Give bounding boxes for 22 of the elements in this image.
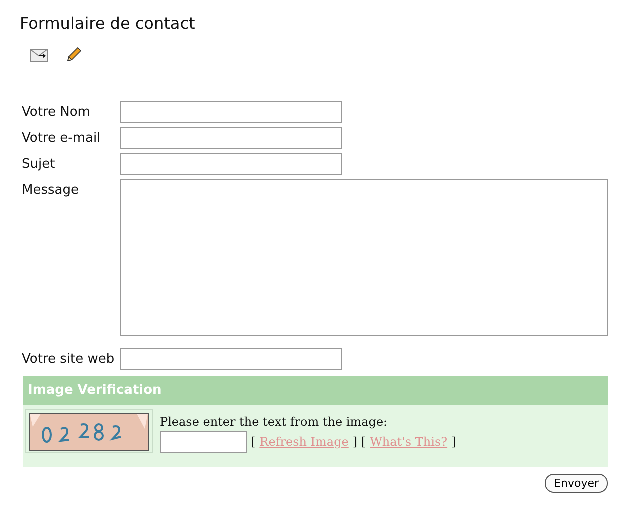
field-label: Votre e-mail — [22, 130, 102, 146]
submit-button[interactable]: Envoyer — [545, 474, 608, 493]
input-field[interactable] — [120, 153, 342, 175]
bracket: ] — [452, 435, 456, 449]
brackets: ] [ — [352, 435, 366, 449]
captcha-prompt: Please enter the text from the image: — [160, 415, 389, 429]
field-label: Votre Nom — [22, 104, 92, 120]
message-field[interactable] — [120, 179, 608, 336]
refresh-image-link[interactable]: Refresh Image — [260, 435, 349, 449]
input-field[interactable] — [120, 348, 342, 370]
whats-this-link[interactable]: What's This? — [370, 435, 448, 449]
section-header: Image Verification — [23, 376, 608, 405]
field-label: Sujet — [22, 156, 56, 172]
input-field[interactable] — [120, 127, 342, 149]
envelope-icon[interactable] — [30, 48, 48, 62]
pencil-icon[interactable] — [66, 47, 82, 63]
field-label: Message — [22, 182, 80, 198]
form-title: Formulaire de contact — [20, 14, 196, 33]
captcha-field[interactable] — [160, 431, 247, 453]
bracket: [ — [251, 435, 256, 449]
field-label: Votre site web — [22, 351, 116, 367]
input-field[interactable] — [120, 101, 342, 123]
